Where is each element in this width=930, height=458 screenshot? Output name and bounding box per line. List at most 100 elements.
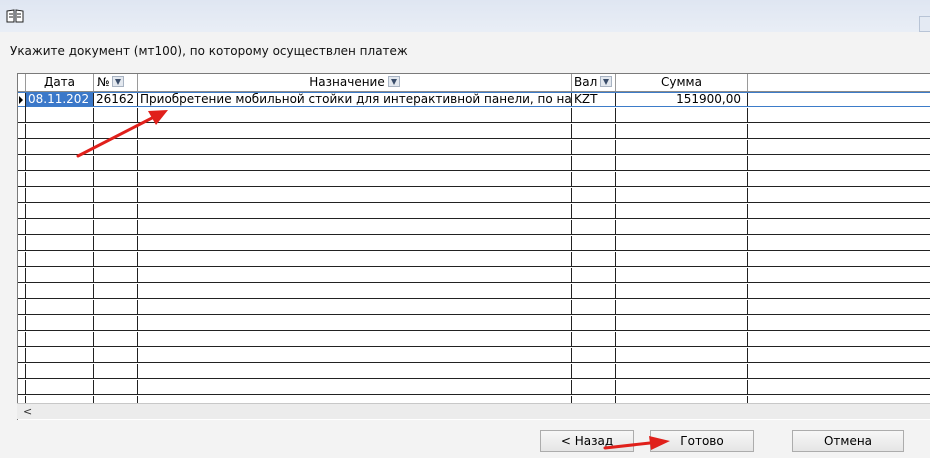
row-indicator-header xyxy=(18,74,26,91)
empty-cell xyxy=(138,268,572,282)
done-button[interactable]: Готово xyxy=(650,430,754,452)
empty-cell xyxy=(18,236,26,250)
empty-cell xyxy=(616,204,748,218)
empty-table-row xyxy=(18,188,930,203)
empty-cell xyxy=(94,268,138,282)
empty-table-row xyxy=(18,268,930,283)
empty-cell xyxy=(94,156,138,170)
empty-cell xyxy=(572,284,616,298)
empty-table-row xyxy=(18,108,930,123)
empty-cell xyxy=(18,380,26,394)
empty-cell xyxy=(572,172,616,186)
empty-cell xyxy=(616,220,748,234)
empty-cell xyxy=(18,284,26,298)
column-header-amount[interactable]: Сумма xyxy=(616,74,748,91)
empty-table-row xyxy=(18,316,930,331)
empty-cell xyxy=(616,268,748,282)
empty-cell xyxy=(26,108,94,122)
column-header-date[interactable]: Дата xyxy=(26,74,94,91)
column-header-purpose[interactable]: Назначение xyxy=(138,74,572,91)
empty-cell xyxy=(572,268,616,282)
column-header-currency[interactable]: Вал xyxy=(572,74,616,91)
cell-amount[interactable]: 151900,00 xyxy=(616,93,748,106)
empty-cell xyxy=(616,172,748,186)
empty-cell xyxy=(94,332,138,346)
empty-cell xyxy=(18,204,26,218)
window-control[interactable] xyxy=(919,16,930,32)
cell-purpose[interactable]: Приобретение мобильной стойки для интера… xyxy=(138,93,572,106)
empty-cell xyxy=(18,348,26,362)
empty-cell xyxy=(572,332,616,346)
empty-table-row xyxy=(18,220,930,235)
documents-grid[interactable]: Дата № Назначение Вал Сумма 08.11.202 26… xyxy=(17,73,930,420)
filter-icon[interactable] xyxy=(387,76,400,87)
cell-date[interactable]: 08.11.202 xyxy=(26,93,94,106)
empty-cell xyxy=(572,140,616,154)
empty-cell xyxy=(616,364,748,378)
empty-cell xyxy=(572,204,616,218)
empty-cell xyxy=(26,236,94,250)
empty-cell xyxy=(94,140,138,154)
empty-table-row xyxy=(18,124,930,139)
empty-cell xyxy=(26,140,94,154)
empty-cell xyxy=(616,284,748,298)
empty-cell xyxy=(94,172,138,186)
empty-cell xyxy=(138,140,572,154)
empty-cell xyxy=(26,300,94,314)
empty-cell xyxy=(26,332,94,346)
empty-cell xyxy=(616,236,748,250)
empty-cell xyxy=(94,236,138,250)
filter-icon[interactable] xyxy=(112,76,125,87)
empty-cell xyxy=(572,220,616,234)
empty-cell xyxy=(138,124,572,138)
empty-cell xyxy=(138,236,572,250)
empty-cell xyxy=(26,172,94,186)
empty-cell xyxy=(26,316,94,330)
empty-cell xyxy=(18,156,26,170)
horizontal-scrollbar[interactable]: < xyxy=(17,403,930,419)
filter-icon[interactable] xyxy=(600,76,613,87)
cell-currency[interactable]: KZT xyxy=(572,93,616,106)
column-header-number[interactable]: № xyxy=(94,74,138,91)
scroll-left-arrow[interactable]: < xyxy=(23,404,32,419)
empty-cell xyxy=(138,252,572,266)
empty-cell xyxy=(616,188,748,202)
back-button[interactable]: < Назад xyxy=(540,430,634,452)
empty-table-row xyxy=(18,140,930,155)
empty-cell xyxy=(94,300,138,314)
column-header-number-label: № xyxy=(97,75,110,89)
empty-cell xyxy=(616,332,748,346)
column-header-purpose-label: Назначение xyxy=(309,75,385,89)
empty-table-row xyxy=(18,156,930,171)
empty-cell xyxy=(572,316,616,330)
empty-cell xyxy=(26,124,94,138)
empty-cell xyxy=(26,204,94,218)
empty-table-row xyxy=(18,364,930,379)
empty-table-row xyxy=(18,236,930,251)
empty-cell xyxy=(616,348,748,362)
empty-cell xyxy=(18,124,26,138)
empty-table-row xyxy=(18,348,930,363)
empty-cell xyxy=(616,252,748,266)
table-row[interactable]: 08.11.202 26162 Приобретение мобильной с… xyxy=(18,92,930,108)
empty-cell xyxy=(572,108,616,122)
empty-cell xyxy=(18,140,26,154)
empty-cell xyxy=(18,108,26,122)
row-indicator xyxy=(18,93,26,108)
cancel-button[interactable]: Отмена xyxy=(792,430,904,452)
cell-number[interactable]: 26162 xyxy=(94,93,138,106)
column-header-date-label: Дата xyxy=(43,75,76,89)
empty-cell xyxy=(94,284,138,298)
empty-cell xyxy=(572,236,616,250)
empty-cell xyxy=(18,220,26,234)
empty-cell xyxy=(18,188,26,202)
empty-cell xyxy=(26,284,94,298)
empty-cell xyxy=(138,364,572,378)
empty-cell xyxy=(138,156,572,170)
empty-cell xyxy=(94,204,138,218)
empty-cell xyxy=(138,172,572,186)
empty-cell xyxy=(26,268,94,282)
empty-cell xyxy=(138,108,572,122)
empty-cell xyxy=(572,380,616,394)
empty-cell xyxy=(572,300,616,314)
